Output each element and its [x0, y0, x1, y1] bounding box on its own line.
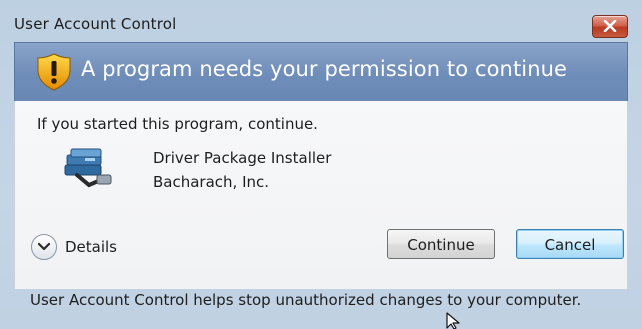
chevron-down-icon [37, 242, 51, 251]
uac-dialog: User Account Control A program needs you… [0, 0, 642, 329]
mouse-cursor-icon [446, 312, 460, 329]
uac-footer-text: User Account Control helps stop unauthor… [30, 291, 582, 309]
installer-icon [64, 148, 112, 188]
shield-warning-icon [37, 53, 71, 91]
window-title: User Account Control [14, 15, 177, 33]
program-name: Driver Package Installer [153, 149, 332, 167]
close-button[interactable] [592, 15, 628, 38]
cancel-button[interactable]: Cancel [516, 229, 624, 259]
details-expander[interactable] [31, 234, 57, 260]
details-toggle[interactable]: Details [31, 233, 141, 261]
title-bar: User Account Control [0, 0, 642, 42]
permission-banner: A program needs your permission to conti… [14, 42, 628, 102]
dialog-content: If you started this program, continue. D… [14, 101, 628, 289]
close-icon [603, 20, 617, 32]
continue-button[interactable]: Continue [387, 229, 495, 259]
permission-heading: A program needs your permission to conti… [81, 57, 568, 81]
publisher-name: Bacharach, Inc. [153, 173, 270, 191]
details-label[interactable]: Details [65, 238, 117, 256]
intro-text: If you started this program, continue. [37, 115, 318, 133]
